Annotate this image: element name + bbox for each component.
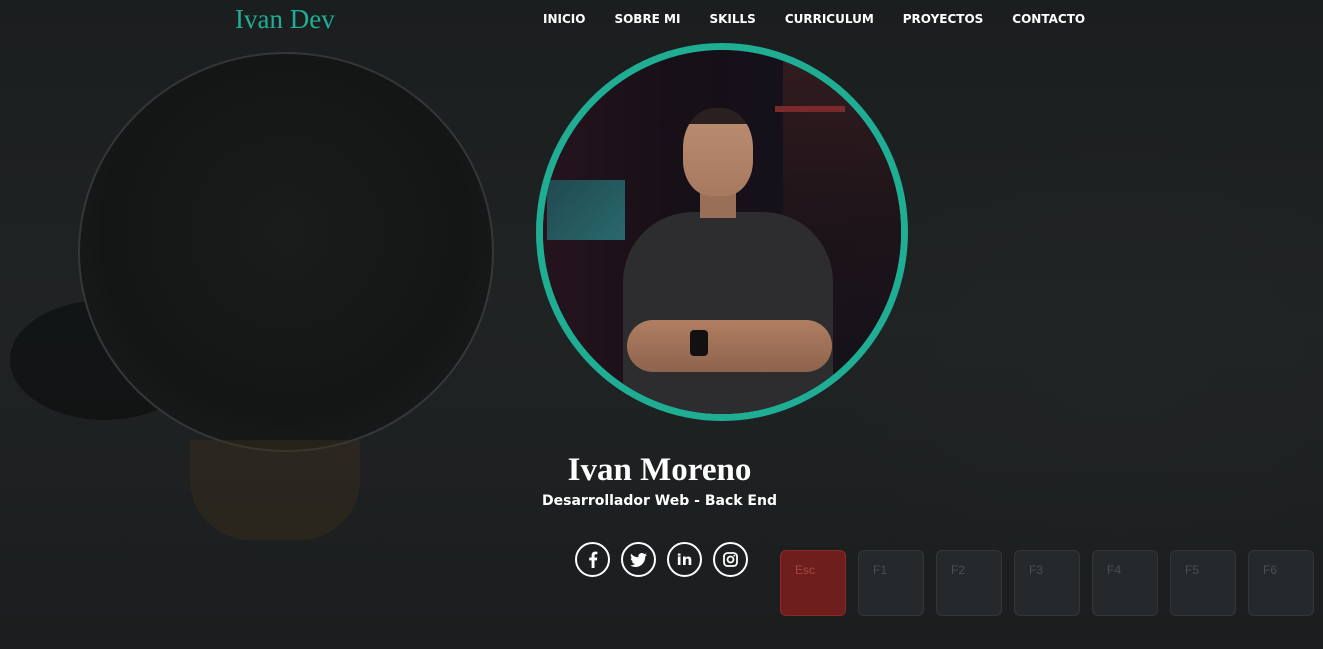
- photo-watch: [690, 330, 708, 356]
- nav-sobre-mi[interactable]: SOBRE MI: [614, 12, 680, 26]
- instagram-link[interactable]: [713, 542, 748, 577]
- photo-monitor: [547, 180, 625, 240]
- nav-inicio[interactable]: INICIO: [543, 12, 585, 26]
- main-nav: INICIO SOBRE MI SKILLS CURRICULUM PROYEC…: [543, 12, 1085, 26]
- keyboard-key: F2: [936, 550, 1002, 616]
- twitter-icon: [630, 552, 647, 567]
- instagram-icon: [723, 552, 738, 567]
- brand-logo[interactable]: Ivan Dev: [235, 4, 335, 35]
- nav-proyectos[interactable]: PROYECTOS: [903, 12, 984, 26]
- linkedin-icon: in: [676, 550, 693, 569]
- twitter-link[interactable]: [621, 542, 656, 577]
- social-links: in: [575, 542, 748, 577]
- profile-role: Desarrollador Web - Back End: [542, 493, 777, 509]
- keyboard-key: Esc: [780, 550, 846, 616]
- nav-skills[interactable]: SKILLS: [709, 12, 755, 26]
- profile-photo: [536, 43, 908, 421]
- facebook-link[interactable]: [575, 542, 610, 577]
- keyboard-key: F3: [1014, 550, 1080, 616]
- photo-head: [683, 108, 753, 196]
- nav-contacto[interactable]: CONTACTO: [1012, 12, 1085, 26]
- nav-curriculum[interactable]: CURRICULUM: [785, 12, 874, 26]
- keyboard-decoration: Esc F1 F2 F3 F4 F5 F6: [780, 540, 1323, 649]
- keyboard-key: F4: [1092, 550, 1158, 616]
- profile-name: Ivan Moreno: [567, 452, 752, 488]
- keyboard-key: F5: [1170, 550, 1236, 616]
- coffee-cup-decoration: [78, 52, 494, 452]
- keyboard-key: F1: [858, 550, 924, 616]
- keyboard-key: F6: [1248, 550, 1314, 616]
- photo-light: [775, 106, 845, 112]
- linkedin-link[interactable]: in: [667, 542, 702, 577]
- photo-torso: [623, 212, 833, 414]
- photo-crossed-arms: [627, 320, 832, 372]
- facebook-icon: [588, 551, 598, 568]
